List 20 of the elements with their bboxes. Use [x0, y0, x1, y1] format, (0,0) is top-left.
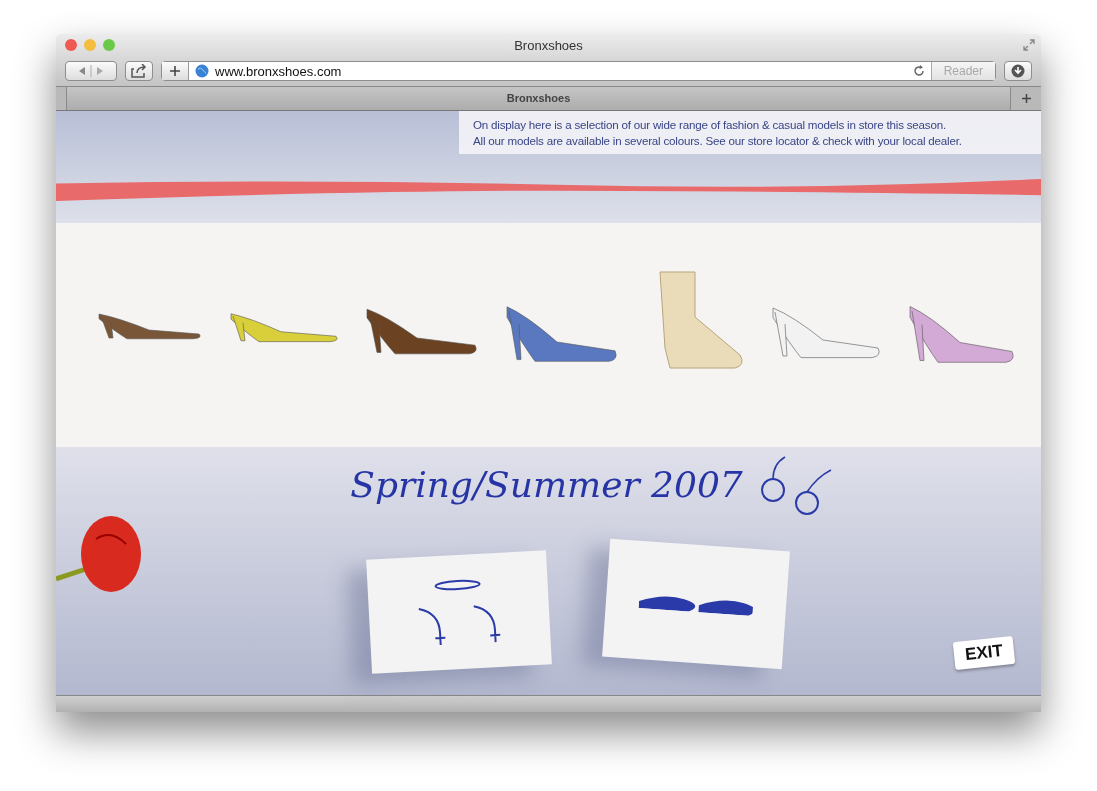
- intro-text: All our models are available in several colours. See our store locator & check with your local dealer.: [473, 133, 963, 149]
- add-bookmark-button[interactable]: [162, 62, 189, 80]
- downloads-button[interactable]: [1004, 61, 1032, 81]
- plus-icon: [170, 66, 180, 76]
- window-title: Bronxshoes: [513, 37, 584, 53]
- headline: Spring/Summer 2007: [350, 463, 743, 507]
- back-forward-button[interactable]: [65, 61, 117, 81]
- share-icon: [131, 64, 147, 78]
- close-button[interactable]: [65, 39, 77, 51]
- address-bar[interactable]: www.bronxshoes.com Reader: [161, 61, 996, 81]
- browser-tab[interactable]: Bronxshoes: [66, 87, 1011, 110]
- intro-text: On display here is a selection of our wide range of fashion & casual models in store this season.: [473, 117, 947, 133]
- fullscreen-icon[interactable]: [1023, 39, 1035, 51]
- share-button[interactable]: [125, 61, 153, 81]
- download-icon: [1011, 64, 1025, 78]
- globe-icon: [195, 64, 209, 78]
- url-text: www.bronxshoes.com: [215, 63, 343, 79]
- plus-icon: [1021, 94, 1031, 103]
- reload-icon[interactable]: [912, 65, 925, 77]
- exit-sign[interactable]: EXIT: [952, 635, 1016, 671]
